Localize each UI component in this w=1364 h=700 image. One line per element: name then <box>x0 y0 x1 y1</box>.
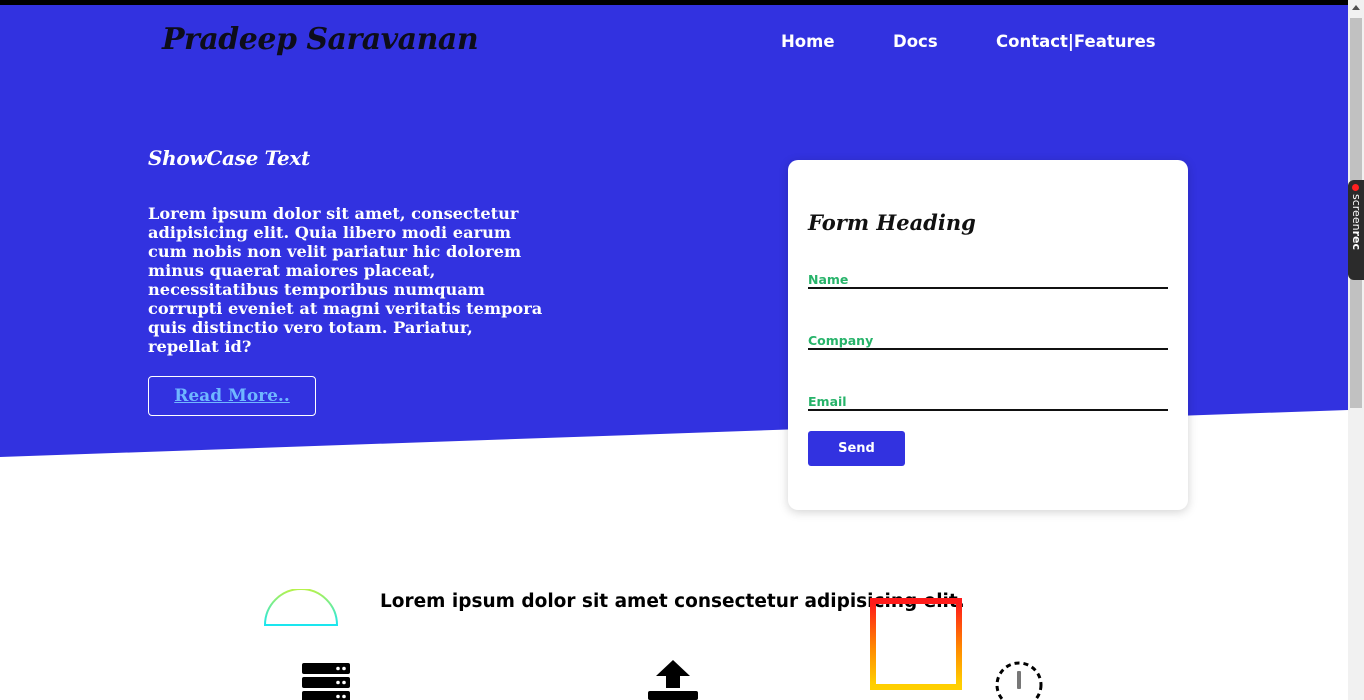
screenrec-widget[interactable]: screenrec <box>1348 180 1364 280</box>
email-field[interactable]: Email <box>808 391 1168 411</box>
company-field[interactable]: Company <box>808 330 1168 350</box>
page-scrollbar[interactable] <box>1348 0 1364 700</box>
nav-docs[interactable]: Docs <box>893 32 938 51</box>
alert-icon <box>995 661 1043 700</box>
screenrec-label: screenrec <box>1350 194 1363 250</box>
read-more-button[interactable]: Read More.. <box>148 376 316 416</box>
top-border <box>0 0 1348 5</box>
company-label: Company <box>808 333 874 348</box>
nav-contact-features[interactable]: Contact|Features <box>996 32 1156 51</box>
showcase-title: ShowCase Text <box>148 146 310 170</box>
name-label: Name <box>808 272 849 287</box>
record-dot-icon <box>1352 184 1359 191</box>
contact-form-card: Form Heading Name Company Email Send <box>788 160 1188 510</box>
name-field[interactable]: Name <box>808 269 1168 289</box>
upload-icon <box>648 660 698 700</box>
form-heading: Form Heading <box>808 210 976 235</box>
brand-logo[interactable]: Pradeep Saravanan <box>162 22 479 57</box>
dome-icon <box>264 589 338 626</box>
showcase-text: Lorem ipsum dolor sit amet, consectetur … <box>148 204 543 356</box>
server-icon <box>302 663 350 700</box>
gradient-square-icon <box>870 598 962 690</box>
scroll-up-icon[interactable] <box>1352 5 1360 10</box>
email-label: Email <box>808 394 847 409</box>
send-button[interactable]: Send <box>808 431 905 466</box>
nav-home[interactable]: Home <box>781 32 835 51</box>
